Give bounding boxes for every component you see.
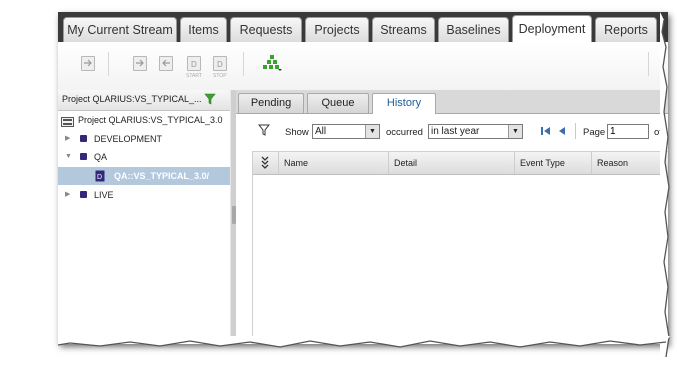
first-page-icon[interactable] <box>540 125 552 140</box>
deploy-start-icon[interactable]: D <box>187 56 201 71</box>
occurred-label: occurred <box>386 127 423 138</box>
project-tree-pane: Project QLARIUS:VS_TYPICAL_... Project Q… <box>58 90 231 344</box>
tree-node-label: QA::VS_TYPICAL_3.0/ <box>114 171 210 181</box>
tab-deployment[interactable]: Deployment <box>512 15 592 43</box>
pager-separator <box>575 123 576 139</box>
tab-my-current-stream[interactable]: My Current Stream <box>63 17 177 42</box>
tab-requests[interactable]: Requests <box>230 17 302 42</box>
show-select-value: All <box>315 126 327 137</box>
stream-icon <box>80 191 87 198</box>
tree-node-qa[interactable]: ▼ QA <box>58 148 230 166</box>
tree-node-qa-vs-typical[interactable]: D QA::VS_TYPICAL_3.0/ <box>58 167 230 185</box>
main-tab-bar: My Current Stream Items Requests Project… <box>58 12 668 43</box>
page-number-input[interactable] <box>607 124 649 139</box>
tab-baselines[interactable]: Baselines <box>438 17 509 42</box>
occurred-select-value: in last year <box>431 126 480 137</box>
hierarchy-chart-icon[interactable] <box>262 54 282 72</box>
torn-edge-right <box>660 12 670 357</box>
tab-projects[interactable]: Projects <box>305 17 369 42</box>
grid-body <box>253 174 668 344</box>
expand-all-icon[interactable] <box>260 156 270 172</box>
promote-icon[interactable] <box>133 56 147 71</box>
column-header-detail[interactable]: Detail <box>388 152 514 174</box>
tree-node-label: QA <box>94 152 108 162</box>
project-selector-label: Project QLARIUS:VS_TYPICAL_... <box>62 94 202 104</box>
history-grid: Name Detail Event Type Reason <box>252 151 668 344</box>
column-header-event-type[interactable]: Event Type <box>514 152 591 174</box>
svg-text:D: D <box>217 60 223 69</box>
deployment-toolbar: D START D STOP <box>58 42 668 91</box>
stream-icon <box>80 135 87 142</box>
expand-arrow-icon[interactable]: ▶ <box>65 186 70 204</box>
tab-reports[interactable]: Reports <box>595 17 657 42</box>
grid-header: Name Detail Event Type Reason <box>253 151 668 175</box>
svg-text:D: D <box>191 60 197 69</box>
application-window: My Current Stream Items Requests Project… <box>58 12 668 344</box>
occurred-select[interactable]: in last year ▼ <box>428 124 523 139</box>
previous-page-icon[interactable] <box>557 125 567 140</box>
tree-root-project[interactable]: Project QLARIUS:VS_TYPICAL_3.0 <box>58 111 230 129</box>
toolbar-separator <box>648 52 649 76</box>
filter-icon[interactable] <box>204 93 216 108</box>
tree-node-label: DEVELOPMENT <box>94 134 163 144</box>
history-filter-bar: Show All ▼ occurred in last year ▼ Page … <box>236 114 668 148</box>
start-label: START <box>186 73 202 79</box>
deployment-content-pane: Pending Queue History Show All ▼ occurre… <box>236 90 668 344</box>
column-header-reason[interactable]: Reason <box>591 152 668 174</box>
toolbar-separator <box>108 52 109 76</box>
show-label: Show <box>285 127 309 138</box>
deployment-subtabs: Pending Queue History <box>236 90 668 115</box>
deploy-stop-icon[interactable]: D <box>213 56 227 71</box>
tree-node-development[interactable]: ▶ DEVELOPMENT <box>58 130 230 148</box>
toolbar-separator <box>243 52 244 76</box>
tab-queue[interactable]: Queue <box>307 93 369 113</box>
column-header-name[interactable]: Name <box>278 152 388 174</box>
tab-pending[interactable]: Pending <box>238 93 304 113</box>
chevron-down-icon[interactable]: ▼ <box>365 125 379 138</box>
svg-text:D: D <box>97 174 102 181</box>
filter-icon[interactable] <box>257 124 271 139</box>
stop-label: STOP <box>213 73 227 79</box>
tab-history[interactable]: History <box>372 93 436 115</box>
tab-streams[interactable]: Streams <box>372 17 435 42</box>
tree-root-label: Project QLARIUS:VS_TYPICAL_3.0 <box>78 115 223 125</box>
stream-icon <box>80 153 87 160</box>
project-selector[interactable]: Project QLARIUS:VS_TYPICAL_... <box>58 90 230 111</box>
torn-edge-bottom <box>57 336 670 348</box>
expand-arrow-icon[interactable]: ▶ <box>65 130 70 148</box>
chevron-down-icon[interactable]: ▼ <box>508 125 522 138</box>
tree-node-live[interactable]: ▶ LIVE <box>58 186 230 204</box>
deploy-icon[interactable] <box>81 56 95 71</box>
demote-icon[interactable] <box>159 56 173 71</box>
tab-items[interactable]: Items <box>180 17 227 42</box>
collapse-arrow-icon[interactable]: ▼ <box>65 148 72 166</box>
tree-node-label: LIVE <box>94 190 114 200</box>
page-label: Page <box>583 127 606 138</box>
show-select[interactable]: All ▼ <box>312 124 380 139</box>
